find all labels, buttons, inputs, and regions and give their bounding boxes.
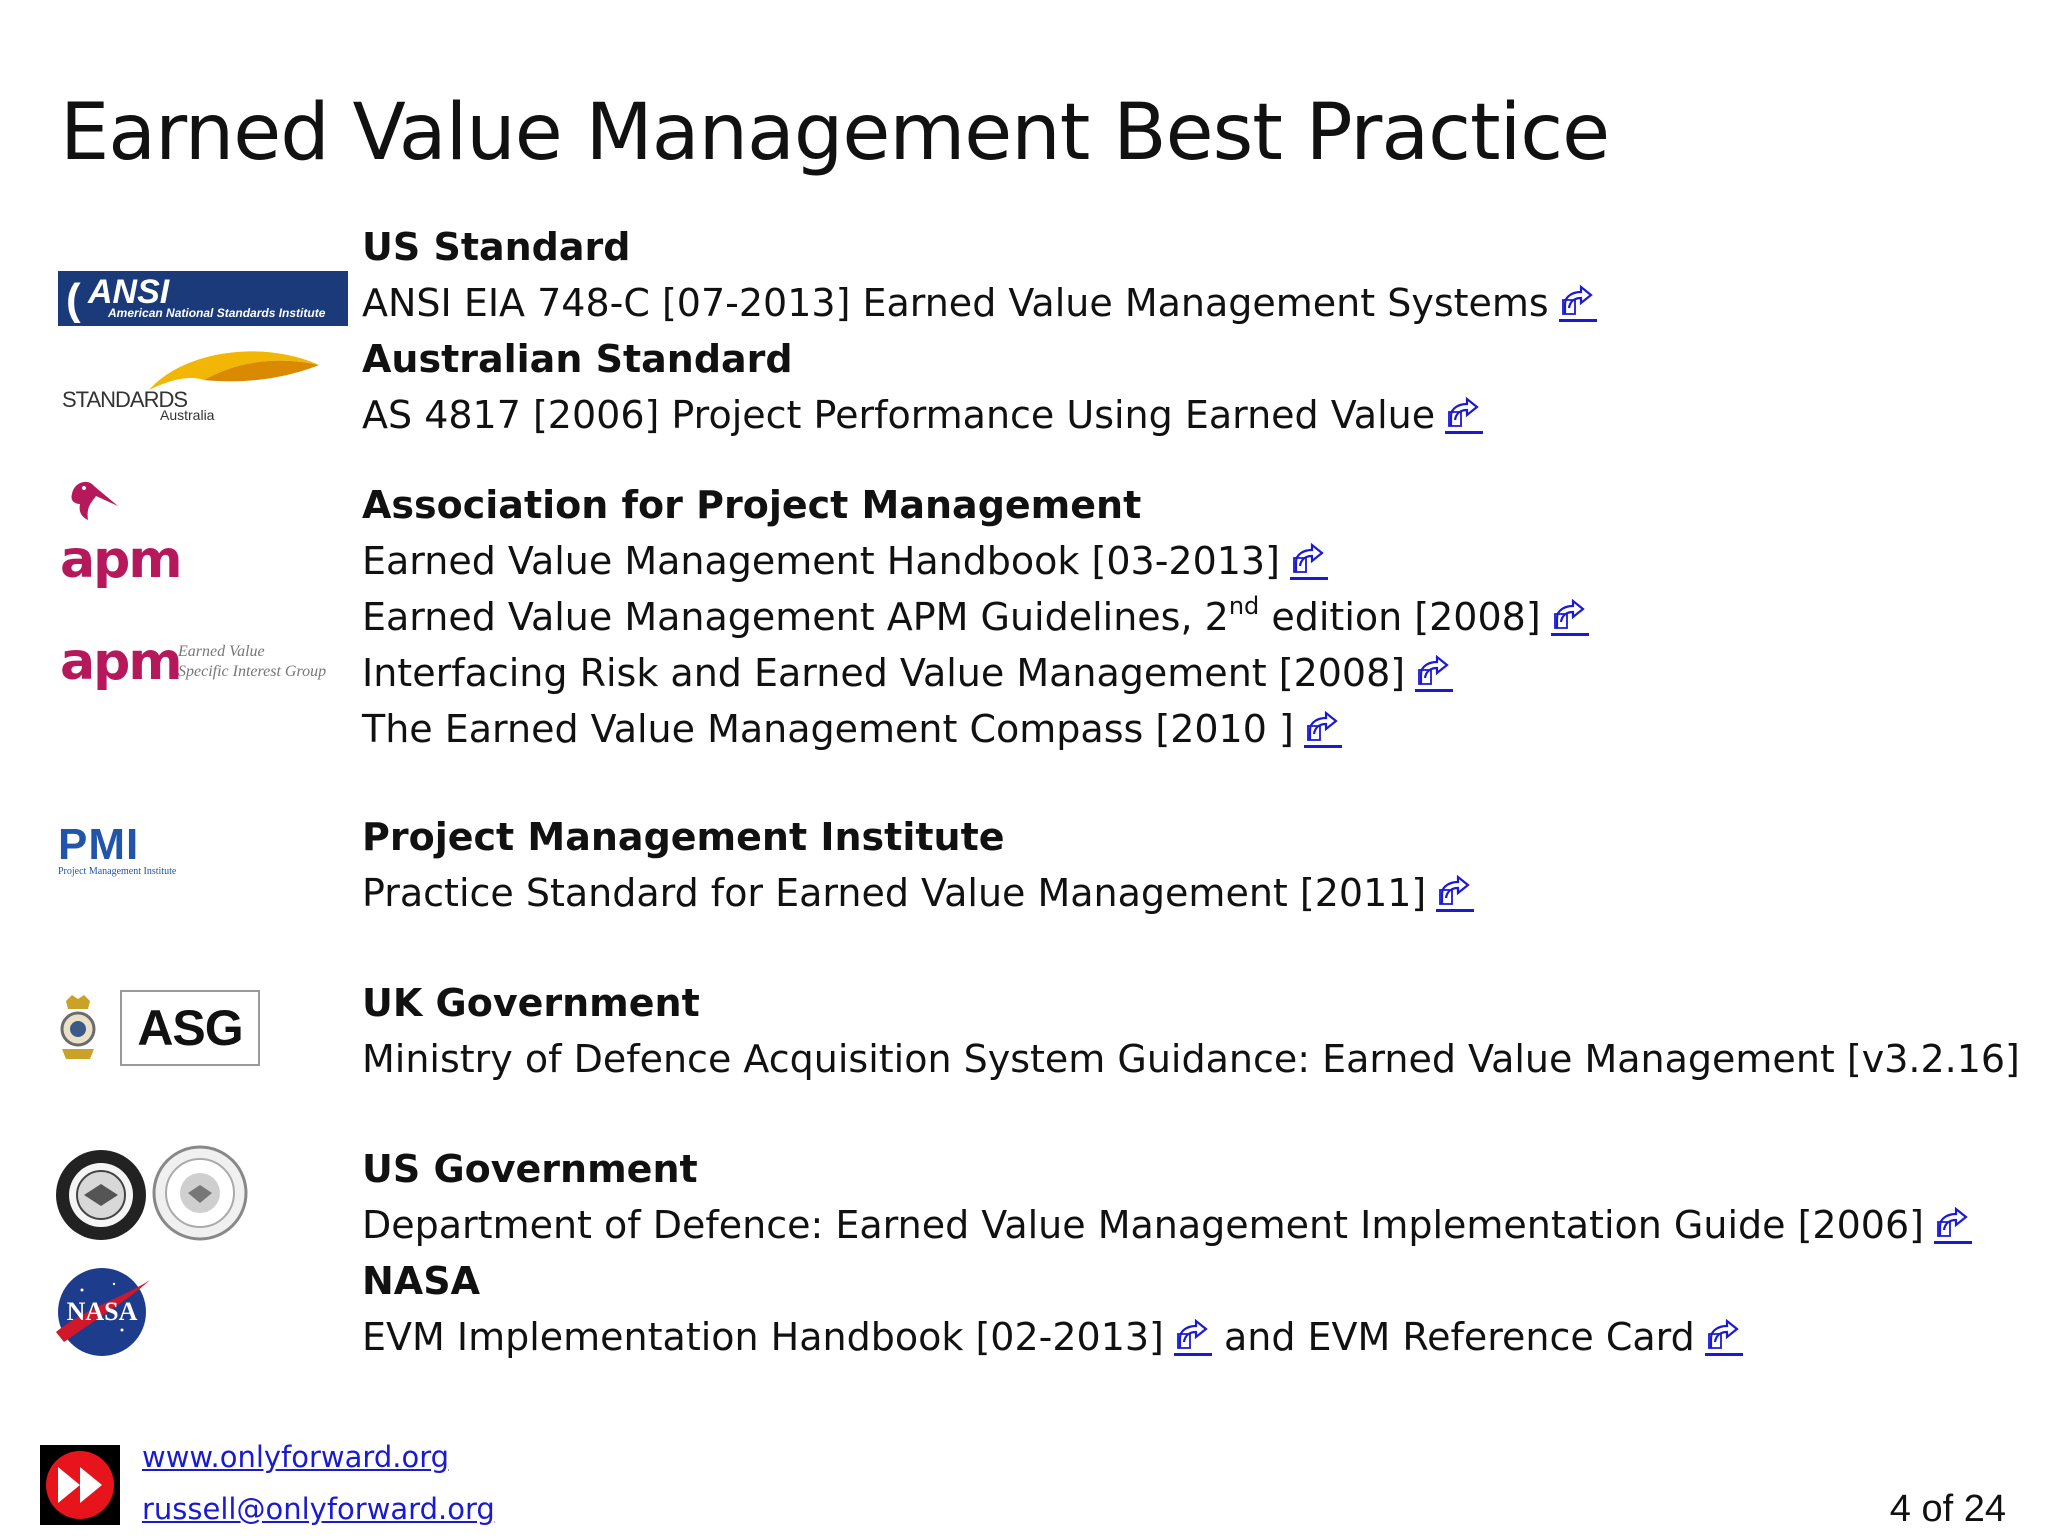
- pmi-logo: PMI Project Management Institute: [58, 820, 228, 880]
- apm-sig-line1: Earned Value: [178, 643, 265, 660]
- item-nasa-handbook-text: EVM Implementation Handbook [02-2013]: [362, 1315, 1164, 1359]
- item-pmi-practice-standard: Practice Standard for Earned Value Manag…: [362, 871, 1475, 915]
- external-link-icon[interactable]: [1289, 542, 1328, 580]
- ansi-swoosh-icon: (: [66, 275, 81, 324]
- external-link-icon[interactable]: [1303, 710, 1342, 748]
- ansi-logo-subtitle: American National Standards Institute: [108, 306, 326, 320]
- item-apm-guidelines-post: edition [2008]: [1259, 595, 1541, 639]
- item-ansi-eia-748-text: ANSI EIA 748-C [07-2013] Earned Value Ma…: [362, 281, 1549, 325]
- apm-sig-logo: apm Earned Value Specific Interest Group: [58, 632, 358, 692]
- external-link-icon[interactable]: [1550, 598, 1589, 636]
- item-evm-handbook-text: Earned Value Management Handbook [03-201…: [362, 539, 1280, 583]
- nasa-meatball-icon: NASA: [56, 1268, 150, 1356]
- royal-crest-icon: [60, 995, 96, 1059]
- item-as-4817: AS 4817 [2006] Project Performance Using…: [362, 393, 1484, 437]
- heading-us-government: US Government: [362, 1147, 698, 1191]
- item-interfacing-risk: Interfacing Risk and Earned Value Manage…: [362, 651, 1454, 695]
- heading-pmi: Project Management Institute: [362, 815, 1005, 859]
- apm-sig-logo-name: apm: [60, 632, 182, 692]
- pmi-logo-subtitle: Project Management Institute: [58, 866, 177, 877]
- item-evm-compass-text: The Earned Value Management Compass [201…: [362, 707, 1294, 751]
- heading-uk-government: UK Government: [362, 981, 700, 1025]
- external-link-icon[interactable]: [1415, 654, 1454, 692]
- nasa-logo-name: NASA: [67, 1297, 138, 1326]
- item-apm-guidelines-sup: nd: [1228, 592, 1260, 620]
- heading-nasa: NASA: [362, 1259, 480, 1303]
- us-government-seal-icon: [152, 1145, 248, 1241]
- item-dod-guide: Department of Defence: Earned Value Mana…: [362, 1206, 1972, 1244]
- external-link-icon[interactable]: [1704, 1318, 1743, 1356]
- item-mod-asg: Ministry of Defence Acquisition System G…: [362, 1037, 2020, 1081]
- item-nasa-reference-card-text: and EVM Reference Card: [1211, 1315, 1695, 1359]
- website-link[interactable]: www.onlyforward.org: [142, 1440, 449, 1474]
- item-interfacing-risk-text: Interfacing Risk and Earned Value Manage…: [362, 651, 1406, 695]
- item-nasa-evm: EVM Implementation Handbook [02-2013] an…: [362, 1318, 1743, 1356]
- external-link-icon[interactable]: [1933, 1206, 1972, 1244]
- asg-logo: ASG: [120, 990, 260, 1066]
- item-as-4817-text: AS 4817 [2006] Project Performance Using…: [362, 393, 1436, 437]
- standards-australia-line2: Australia: [160, 407, 215, 423]
- item-evm-handbook: Earned Value Management Handbook [03-201…: [362, 542, 1328, 580]
- external-link-icon[interactable]: [1436, 874, 1475, 912]
- item-ansi-eia-748: ANSI EIA 748-C [07-2013] Earned Value Ma…: [362, 284, 1597, 322]
- pmi-logo-name: PMI: [58, 820, 140, 869]
- item-apm-guidelines-pre: Earned Value Management APM Guidelines, …: [362, 595, 1229, 639]
- page-number: 4 of 24: [1889, 1488, 2006, 1530]
- heading-apm: Association for Project Management: [362, 483, 1142, 527]
- email-link[interactable]: russell@onlyforward.org: [142, 1492, 495, 1526]
- item-apm-guidelines: Earned Value Management APM Guidelines, …: [362, 594, 1589, 639]
- apm-sig-subtitle: Earned Value Specific Interest Group: [178, 642, 326, 682]
- external-link-icon[interactable]: [1445, 396, 1484, 434]
- dod-seal-icon: [56, 1150, 146, 1240]
- fast-forward-icon: [40, 1445, 120, 1525]
- external-link-icon[interactable]: [1558, 284, 1597, 322]
- apm-sig-line2: Specific Interest Group: [178, 663, 327, 680]
- standards-australia-logo: STANDARDS Australia: [60, 345, 319, 425]
- apm-logo: apm: [58, 480, 182, 590]
- apm-logo-name: apm: [60, 530, 182, 590]
- item-pmi-practice-standard-text: Practice Standard for Earned Value Manag…: [362, 871, 1427, 915]
- slide-title: Earned Value Management Best Practice: [60, 88, 1610, 178]
- heading-australian-standard: Australian Standard: [362, 337, 793, 381]
- external-link-icon[interactable]: [1173, 1318, 1212, 1356]
- heading-us-standard: US Standard: [362, 225, 631, 269]
- ansi-logo: ( ANSI American National Standards Insti…: [58, 271, 348, 326]
- item-dod-guide-text: Department of Defence: Earned Value Mana…: [362, 1203, 1924, 1247]
- item-evm-compass: The Earned Value Management Compass [201…: [362, 710, 1342, 748]
